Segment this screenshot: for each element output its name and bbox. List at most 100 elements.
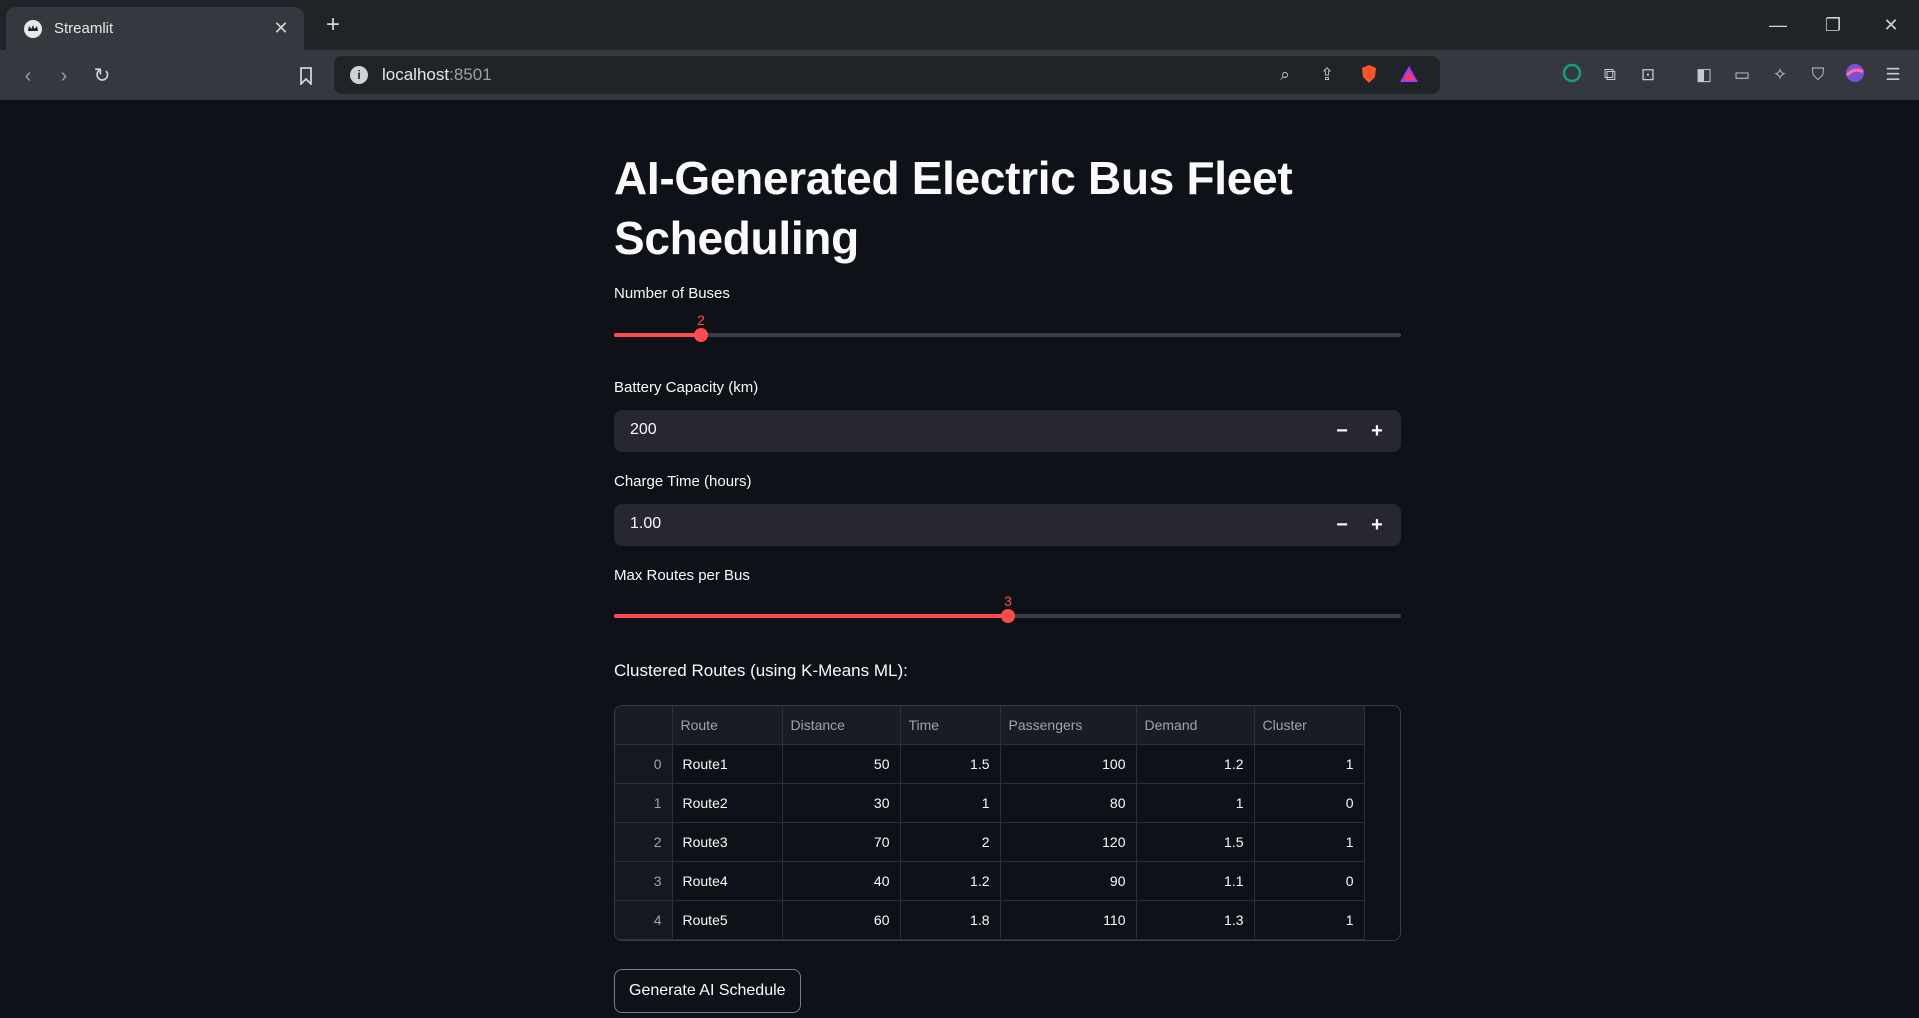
new-tab-plus-icon[interactable]: + <box>320 12 346 38</box>
browser-tabbar: Streamlit ✕ + — ❐ ✕ <box>0 0 1919 50</box>
column-header-time[interactable]: Time <box>900 706 1001 745</box>
close-window-icon[interactable]: ✕ <box>1876 10 1906 40</box>
charge-time-input[interactable]: 1.00 − + <box>614 504 1401 546</box>
table-cell[interactable]: 2 <box>900 822 1001 862</box>
table-row[interactable]: 0 Route1 50 1.5 100 1.2 1 <box>615 744 1365 784</box>
table-cell[interactable]: 120 <box>1000 822 1137 862</box>
extensions-puzzle-icon[interactable]: ⧉ <box>1598 63 1622 87</box>
row-index-cell[interactable]: 1 <box>615 783 673 823</box>
slider-thumb[interactable] <box>1001 609 1015 623</box>
reload-icon[interactable]: ↻ <box>88 62 116 90</box>
bookmark-icon[interactable] <box>292 62 320 90</box>
share-icon[interactable]: ⇪ <box>1316 64 1338 86</box>
battery-capacity-label: Battery Capacity (km) <box>614 379 759 396</box>
num-buses-label: Number of Buses <box>614 285 730 302</box>
battery-increment-button[interactable]: + <box>1362 416 1392 446</box>
battery-capacity-value[interactable]: 200 <box>630 421 657 439</box>
column-header-distance[interactable]: Distance <box>782 706 901 745</box>
column-header-cluster[interactable]: Cluster <box>1254 706 1365 745</box>
table-cell[interactable]: 0 <box>1254 783 1365 823</box>
tab-title: Streamlit <box>54 20 114 37</box>
restore-icon[interactable]: ❐ <box>1818 10 1848 40</box>
table-cell[interactable]: 1 <box>1254 900 1365 940</box>
reader-mode-icon[interactable]: ⊡ <box>1636 63 1660 87</box>
index-header-cell[interactable] <box>615 706 673 745</box>
table-cell[interactable]: 1 <box>1254 744 1365 784</box>
table-row[interactable]: 3 Route4 40 1.2 90 1.1 0 <box>615 861 1365 901</box>
browser-tab-streamlit[interactable]: Streamlit ✕ <box>6 7 304 50</box>
num-buses-slider[interactable]: 2 <box>614 312 1401 342</box>
table-cell[interactable]: 1 <box>1254 822 1365 862</box>
table-cell[interactable]: 1 <box>1136 783 1255 823</box>
column-header-demand[interactable]: Demand <box>1136 706 1255 745</box>
slider-fill <box>614 614 1008 618</box>
table-cell[interactable]: Route1 <box>672 744 783 784</box>
table-cell[interactable]: 1.5 <box>1136 822 1255 862</box>
profile-avatar-icon[interactable] <box>1843 63 1867 87</box>
charge-time-value[interactable]: 1.00 <box>630 515 661 533</box>
table-row[interactable]: 1 Route2 30 1 80 1 0 <box>615 783 1365 823</box>
brave-rewards-icon[interactable] <box>1398 64 1420 86</box>
table-cell[interactable]: 1.3 <box>1136 900 1255 940</box>
max-routes-label: Max Routes per Bus <box>614 567 750 584</box>
row-index-cell[interactable]: 2 <box>615 822 673 862</box>
table-cell[interactable]: 80 <box>1000 783 1137 823</box>
row-index-cell[interactable]: 0 <box>615 744 673 784</box>
slider-value: 2 <box>697 312 705 328</box>
sidebar-icon[interactable]: ◧ <box>1692 63 1716 87</box>
table-row[interactable]: 4 Route5 60 1.8 110 1.3 1 <box>615 900 1365 940</box>
url-text: localhost:8501 <box>382 65 492 84</box>
table-cell[interactable]: Route2 <box>672 783 783 823</box>
site-info-icon[interactable]: i <box>350 66 368 84</box>
table-cell[interactable]: 1.2 <box>900 861 1001 901</box>
table-cell[interactable]: 90 <box>1000 861 1137 901</box>
battery-decrement-button[interactable]: − <box>1327 416 1357 446</box>
table-cell[interactable]: 70 <box>782 822 901 862</box>
table-cell[interactable]: Route3 <box>672 822 783 862</box>
column-header-route[interactable]: Route <box>672 706 783 745</box>
slider-value: 3 <box>1004 593 1012 609</box>
routes-table: Route Distance Time Passengers Demand Cluster… <box>615 706 1365 940</box>
generate-ai-schedule-button[interactable]: Generate AI Schedule <box>614 969 801 1013</box>
battery-capacity-input[interactable]: 200 − + <box>614 410 1401 452</box>
forward-arrow-icon[interactable]: › <box>50 62 78 90</box>
table-cell[interactable]: 30 <box>782 783 901 823</box>
tab-close-icon[interactable]: ✕ <box>272 19 290 37</box>
table-cell[interactable]: 100 <box>1000 744 1137 784</box>
clustered-routes-dataframe[interactable]: Route Distance Time Passengers Demand Cluster… <box>614 705 1401 941</box>
back-arrow-icon[interactable]: ‹ <box>14 62 42 90</box>
zoom-icon[interactable]: ⌕ <box>1274 64 1296 86</box>
table-cell[interactable]: 1.8 <box>900 900 1001 940</box>
table-cell[interactable]: 1 <box>900 783 1001 823</box>
row-index-cell[interactable]: 3 <box>615 861 673 901</box>
menu-hamburger-icon[interactable]: ☰ <box>1881 63 1905 87</box>
table-cell[interactable]: 110 <box>1000 900 1137 940</box>
column-header-passengers[interactable]: Passengers <box>1000 706 1137 745</box>
slider-track <box>614 333 1401 337</box>
minimize-icon[interactable]: — <box>1763 10 1793 40</box>
charge-time-increment-button[interactable]: + <box>1362 510 1392 540</box>
table-cell[interactable]: 1.2 <box>1136 744 1255 784</box>
table-cell[interactable]: 40 <box>782 861 901 901</box>
table-cell[interactable]: 0 <box>1254 861 1365 901</box>
leo-ai-icon[interactable]: ✧ <box>1768 63 1792 87</box>
table-cell[interactable]: 1.5 <box>900 744 1001 784</box>
wallet-icon[interactable]: ▭ <box>1730 63 1754 87</box>
brave-shields-icon[interactable] <box>1358 64 1380 86</box>
table-cell[interactable]: 60 <box>782 900 901 940</box>
table-cell[interactable]: 1.1 <box>1136 861 1255 901</box>
vpn-icon[interactable]: ⛉ <box>1806 63 1830 87</box>
max-routes-slider[interactable]: 3 <box>614 593 1401 623</box>
charge-time-decrement-button[interactable]: − <box>1327 510 1357 540</box>
table-cell[interactable]: Route4 <box>672 861 783 901</box>
row-index-cell[interactable]: 4 <box>615 900 673 940</box>
page-title: AI-Generated Electric Bus Fleet Scheduli… <box>614 152 1293 264</box>
table-cell[interactable]: Route5 <box>672 900 783 940</box>
slider-fill <box>614 333 701 337</box>
address-bar[interactable]: i localhost:8501 ⌕ ⇪ <box>334 56 1440 94</box>
table-cell[interactable]: 50 <box>782 744 901 784</box>
table-header-row: Route Distance Time Passengers Demand Cluster <box>615 706 1365 745</box>
table-row[interactable]: 2 Route3 70 2 120 1.5 1 <box>615 822 1365 862</box>
chatgpt-extension-icon[interactable] <box>1560 63 1584 87</box>
slider-thumb[interactable] <box>694 328 708 342</box>
